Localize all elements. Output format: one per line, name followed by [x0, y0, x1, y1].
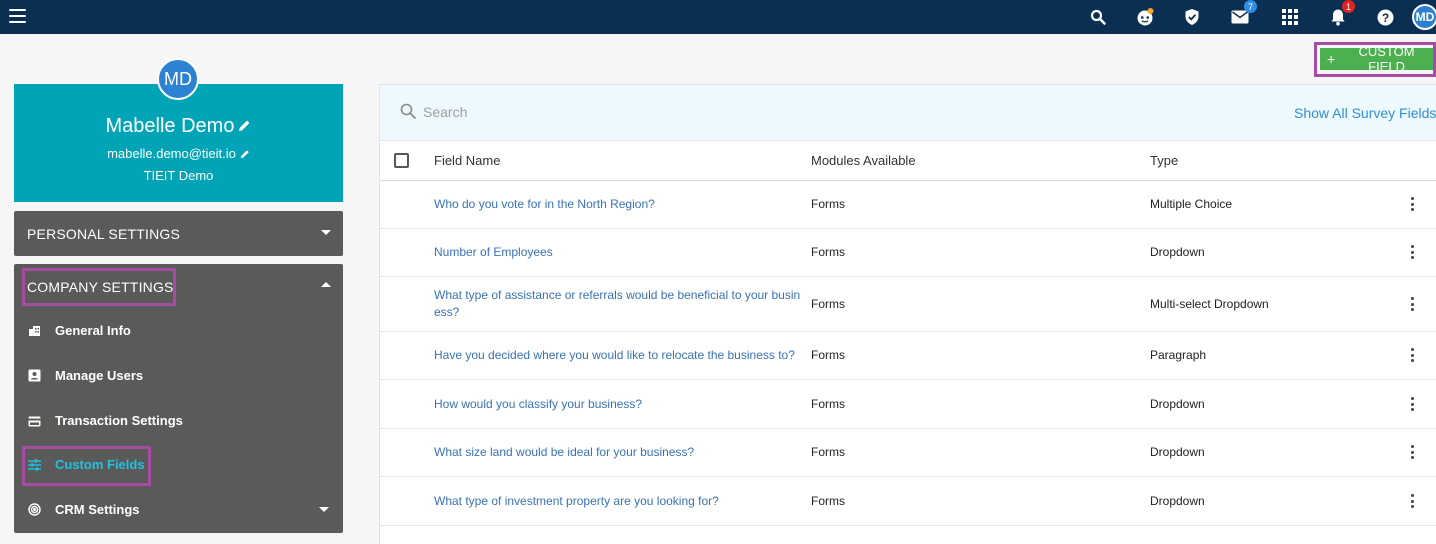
sidebar-item-crm-settings[interactable]: CRM Settings [14, 492, 343, 528]
table-row: Have you decided where you would like to… [380, 332, 1436, 380]
svg-text:?: ? [1381, 10, 1388, 24]
profile-company: TIEIT Demo [143, 168, 214, 183]
sidebar-item-manage-users[interactable]: Manage Users [14, 358, 343, 394]
search-icon [400, 103, 416, 124]
field-modules: Forms [811, 197, 845, 211]
field-name-link[interactable]: Have you decided where you would like to… [434, 347, 806, 364]
table-row: Who do you vote for in the North Region?… [380, 181, 1436, 229]
add-custom-field-button[interactable]: + CUSTOM FIELD [1320, 44, 1433, 74]
menu-icon[interactable] [9, 9, 26, 23]
profile-email: mabelle.demo@tieit.io [107, 146, 236, 161]
row-more-icon[interactable] [1406, 493, 1418, 509]
user-avatar[interactable]: MD [1412, 4, 1436, 30]
company-settings-panel: COMPANY SETTINGS General Info Manage Use… [14, 264, 343, 533]
sidebar-item-label: Transaction Settings [55, 413, 183, 428]
field-modules: Forms [811, 245, 845, 259]
sidebar-item-label: CRM Settings [55, 502, 140, 517]
field-type: Dropdown [1150, 245, 1205, 259]
field-type: Multi-select Dropdown [1150, 297, 1269, 311]
search-icon[interactable] [1087, 6, 1109, 28]
sidebar-item-label: General Info [55, 323, 131, 338]
top-navigation-bar: 7 1 ? MD [0, 0, 1436, 34]
profile-card: Mabelle Demo mabelle.demo@tieit.io TIEIT… [14, 84, 343, 202]
field-modules: Forms [811, 297, 845, 311]
field-modules: Forms [811, 348, 845, 362]
field-type: Dropdown [1150, 397, 1205, 411]
profile-avatar: MD [157, 58, 199, 100]
field-type: Dropdown [1150, 494, 1205, 508]
profile-email-row: mabelle.demo@tieit.io [14, 146, 343, 162]
plus-icon: + [1327, 51, 1336, 67]
sliders-icon [28, 458, 41, 471]
profile-name: Mabelle Demo [105, 115, 235, 137]
personal-settings-label[interactable]: PERSONAL SETTINGS [27, 226, 180, 242]
sidebar-item-custom-fields[interactable]: Custom Fields [14, 447, 343, 483]
show-all-survey-fields-link[interactable]: Show All Survey Fields [1294, 105, 1436, 121]
add-custom-field-label: CUSTOM FIELD [1358, 44, 1415, 74]
shield-icon[interactable] [1181, 6, 1203, 28]
field-name-link[interactable]: What type of assistance or referrals wou… [434, 287, 806, 321]
help-icon[interactable]: ? [1374, 6, 1396, 28]
table-row: Number of Employees Forms Dropdown [380, 229, 1436, 277]
chevron-up-icon[interactable] [321, 282, 331, 287]
target-icon [28, 503, 41, 516]
sidebar-item-label: Manage Users [55, 368, 144, 383]
personal-settings-panel[interactable]: PERSONAL SETTINGS [14, 211, 343, 256]
chevron-down-icon[interactable] [321, 230, 331, 235]
table-row: How would you classify your business? Fo… [380, 380, 1436, 429]
building-icon [28, 324, 41, 337]
table-row: What type of assistance or referrals wou… [380, 277, 1436, 332]
table-row: What type of investment property are you… [380, 477, 1436, 526]
field-type: Multiple Choice [1150, 197, 1233, 211]
row-more-icon[interactable] [1406, 196, 1418, 212]
search-bar: Show All Survey Fields [380, 85, 1436, 141]
bot-icon[interactable] [1134, 6, 1156, 28]
sidebar-item-general-info[interactable]: General Info [14, 313, 343, 349]
user-card-icon [28, 369, 41, 382]
column-header-field-name[interactable]: Field Name [434, 153, 500, 168]
profile-name-row: Mabelle Demo [14, 115, 343, 138]
column-header-modules[interactable]: Modules Available [811, 153, 916, 168]
custom-fields-table-card: Show All Survey Fields Field Name Module… [379, 84, 1436, 544]
bell-icon[interactable]: 1 [1327, 0, 1355, 28]
field-type: Dropdown [1150, 445, 1205, 459]
row-more-icon[interactable] [1406, 396, 1418, 412]
search-input[interactable] [423, 101, 823, 123]
field-type: Paragraph [1150, 348, 1207, 362]
field-modules: Forms [811, 445, 845, 459]
table-header: Field Name Modules Available Type [380, 141, 1436, 181]
chevron-down-icon[interactable] [319, 507, 329, 512]
sidebar-item-label: Custom Fields [55, 457, 145, 472]
column-header-type[interactable]: Type [1150, 153, 1178, 168]
row-more-icon[interactable] [1406, 296, 1418, 312]
field-modules: Forms [811, 397, 845, 411]
apps-grid-icon[interactable] [1279, 6, 1301, 28]
field-name-link[interactable]: How would you classify your business? [434, 396, 806, 413]
table-row: What size land would be ideal for your b… [380, 429, 1436, 477]
field-name-link[interactable]: Number of Employees [434, 244, 806, 261]
row-more-icon[interactable] [1406, 244, 1418, 260]
company-settings-label[interactable]: COMPANY SETTINGS [27, 279, 174, 295]
credit-card-icon [28, 414, 41, 427]
field-name-link[interactable]: What type of investment property are you… [434, 493, 806, 510]
mail-count-badge: 7 [1244, 0, 1257, 13]
edit-email-icon[interactable] [240, 147, 250, 162]
field-modules: Forms [811, 494, 845, 508]
field-name-link[interactable]: What size land would be ideal for your b… [434, 444, 806, 461]
edit-name-icon[interactable] [238, 115, 251, 138]
sidebar-item-transaction-settings[interactable]: Transaction Settings [14, 403, 343, 439]
field-name-link[interactable]: Who do you vote for in the North Region? [434, 196, 806, 213]
mail-icon[interactable]: 7 [1229, 0, 1257, 28]
row-more-icon[interactable] [1406, 347, 1418, 363]
row-more-icon[interactable] [1406, 444, 1418, 460]
notification-count-badge: 1 [1342, 0, 1355, 13]
select-all-checkbox[interactable] [394, 153, 409, 168]
